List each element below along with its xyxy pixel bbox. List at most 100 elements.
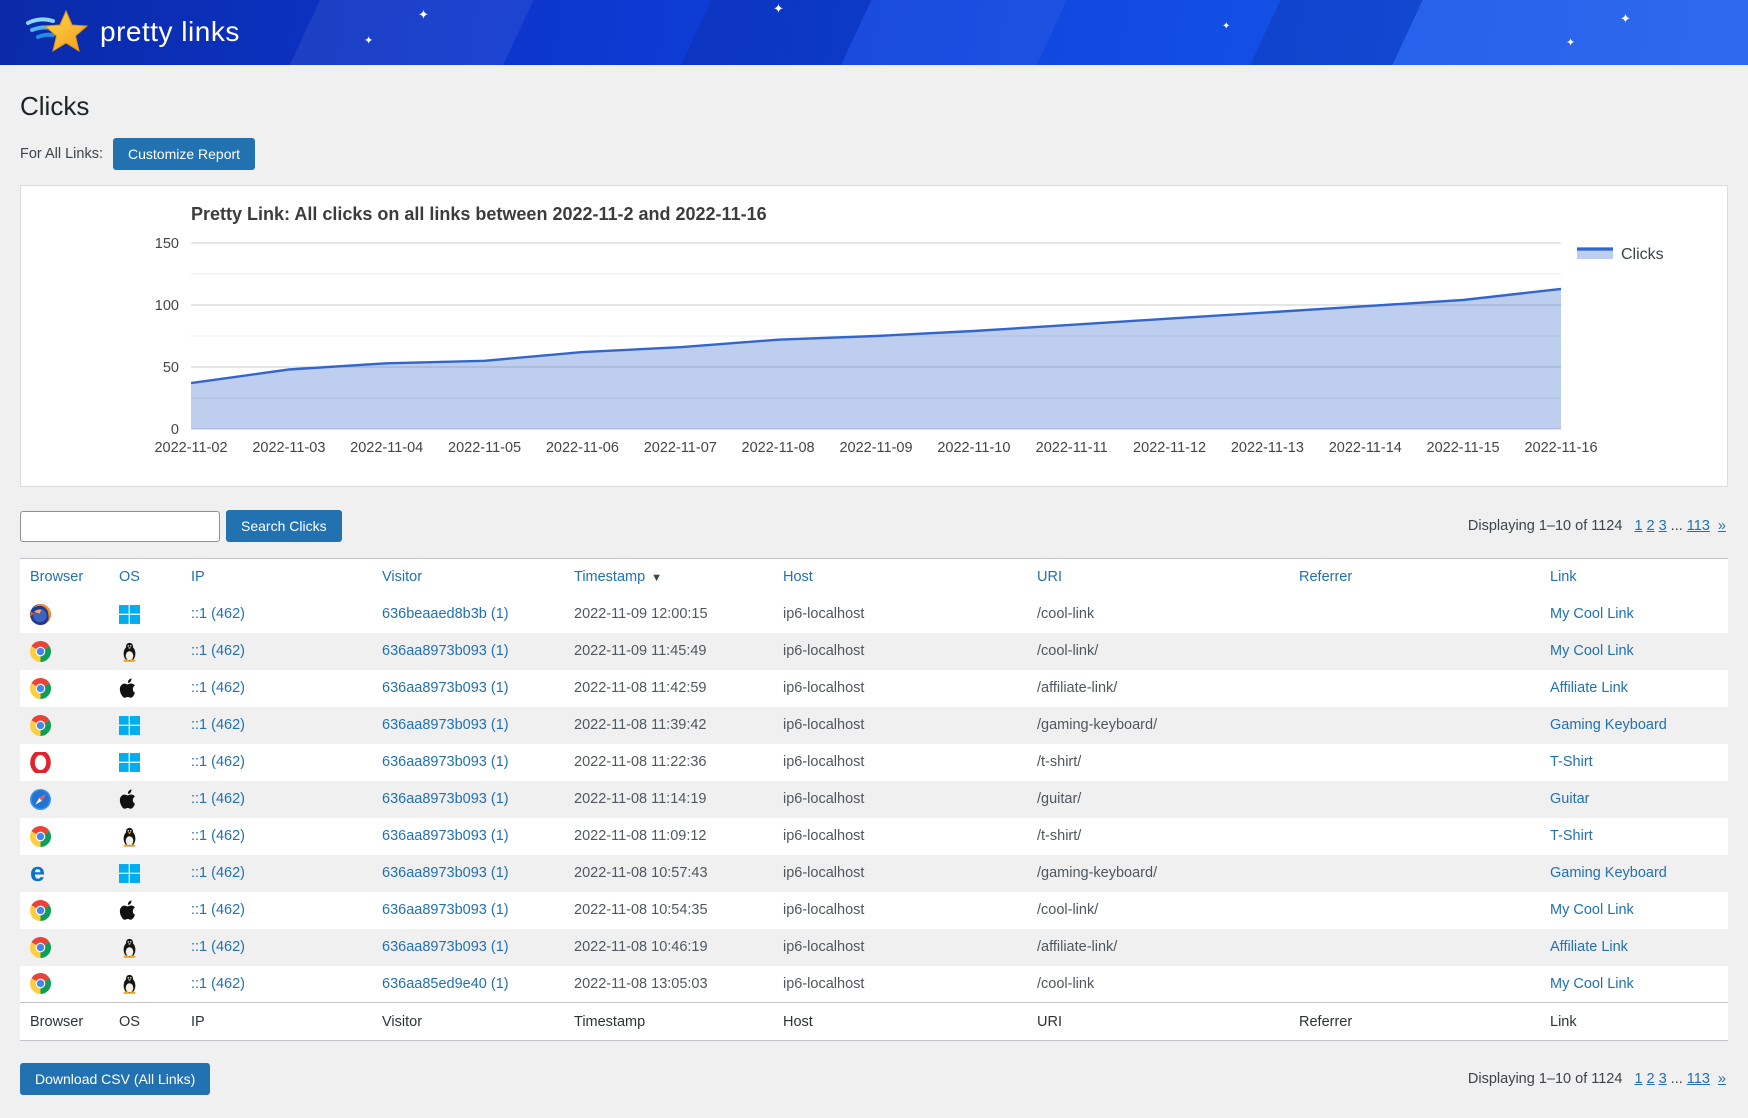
pagination-last-page-link[interactable]: 113: [1687, 1071, 1710, 1087]
svg-text:150: 150: [155, 236, 179, 252]
column-header-timestamp[interactable]: Timestamp▼: [564, 559, 773, 596]
clicks-area-chart: 0501001502022-11-022022-11-032022-11-042…: [21, 186, 1727, 486]
footer-column-header-os: OS: [109, 1003, 181, 1041]
column-header-ip[interactable]: IP: [181, 559, 372, 596]
column-header-os[interactable]: OS: [109, 559, 181, 596]
pagination-ellipsis: ...: [1671, 518, 1683, 534]
svg-text:Clicks: Clicks: [1621, 246, 1664, 263]
clicks-table: BrowserOSIPVisitorTimestamp▼HostURIRefer…: [20, 558, 1728, 1041]
ip-link[interactable]: ::1 (462): [191, 754, 245, 770]
visitor-link[interactable]: 636aa8973b093 (1): [382, 717, 509, 733]
link-name-link[interactable]: T-Shirt: [1550, 828, 1593, 844]
column-header-referrer[interactable]: Referrer: [1289, 559, 1540, 596]
timestamp-cell: 2022-11-08 11:42:59: [564, 670, 773, 707]
table-row: ::1 (462) 636aa8973b093 (1) 2022-11-08 10:…: [20, 892, 1728, 929]
column-header-browser[interactable]: Browser: [20, 559, 109, 596]
host-cell: ip6-localhost: [773, 633, 1027, 670]
host-cell: ip6-localhost: [773, 818, 1027, 855]
sparkle-icon: ✦: [1222, 22, 1230, 32]
safari-icon: [30, 791, 51, 807]
referrer-cell: [1289, 744, 1540, 781]
linux-icon: [119, 643, 140, 659]
visitor-link[interactable]: 636aa85ed9e40 (1): [382, 976, 509, 992]
sparkle-icon: ✦: [773, 2, 784, 15]
link-name-link[interactable]: My Cool Link: [1550, 976, 1634, 992]
pagination-page-link[interactable]: 3: [1659, 518, 1667, 534]
download-csv-button[interactable]: Download CSV (All Links): [20, 1063, 210, 1095]
ip-link[interactable]: ::1 (462): [191, 865, 245, 881]
ip-link[interactable]: ::1 (462): [191, 717, 245, 733]
search-input[interactable]: [20, 511, 220, 542]
pagination-next-link[interactable]: »: [1718, 1071, 1726, 1087]
pagination-page-link[interactable]: 2: [1647, 1071, 1655, 1087]
visitor-link[interactable]: 636aa8973b093 (1): [382, 828, 509, 844]
pagination-page-link[interactable]: 3: [1659, 1071, 1667, 1087]
link-name-link[interactable]: Guitar: [1550, 791, 1590, 807]
visitor-link[interactable]: 636aa8973b093 (1): [382, 791, 509, 807]
column-header-link[interactable]: Link: [1540, 559, 1728, 596]
timestamp-cell: 2022-11-09 12:00:15: [564, 596, 773, 633]
referrer-cell: [1289, 855, 1540, 892]
table-row: ::1 (462)636aa8973b093 (1)2022-11-08 11:…: [20, 707, 1728, 744]
table-row: ::1 (462) 636beaaed8b3b (1) 2022-11-09 12:…: [20, 596, 1728, 633]
visitor-link[interactable]: 636aa8973b093 (1): [382, 680, 509, 696]
pagination-last-page-link[interactable]: 113: [1687, 518, 1710, 534]
timestamp-cell: 2022-11-08 11:22:36: [564, 744, 773, 781]
host-cell: ip6-localhost: [773, 929, 1027, 966]
link-name-link[interactable]: Gaming Keyboard: [1550, 865, 1667, 881]
link-name-link[interactable]: T-Shirt: [1550, 754, 1593, 770]
pagination-page-link[interactable]: 2: [1647, 518, 1655, 534]
sparkle-icon: ✦: [418, 8, 429, 21]
visitor-link[interactable]: 636aa8973b093 (1): [382, 754, 509, 770]
footer-column-header-uri: URI: [1027, 1003, 1289, 1041]
svg-text:2022-11-11: 2022-11-11: [1036, 440, 1108, 456]
visitor-link[interactable]: 636aa8973b093 (1): [382, 865, 509, 881]
ip-link[interactable]: ::1 (462): [191, 902, 245, 918]
column-header-visitor[interactable]: Visitor: [372, 559, 564, 596]
ip-link[interactable]: ::1 (462): [191, 939, 245, 955]
ip-link[interactable]: ::1 (462): [191, 643, 245, 659]
firefox-icon: [30, 606, 51, 622]
opera-icon: [30, 754, 51, 770]
referrer-cell: [1289, 966, 1540, 1003]
chrome-icon: [30, 643, 51, 659]
pagination-ellipsis: ...: [1671, 1071, 1683, 1087]
ip-link[interactable]: ::1 (462): [191, 680, 245, 696]
pagination-page-link[interactable]: 1: [1634, 1071, 1642, 1087]
visitor-link[interactable]: 636aa8973b093 (1): [382, 902, 509, 918]
pagination-bottom: Displaying 1–10 of 1124123...113 »: [1468, 1071, 1728, 1087]
pagination-page-link[interactable]: 1: [1634, 518, 1642, 534]
link-name-link[interactable]: My Cool Link: [1550, 606, 1634, 622]
sparkle-icon: ✦: [1566, 38, 1575, 49]
link-name-link[interactable]: My Cool Link: [1550, 902, 1634, 918]
chrome-icon: [30, 976, 51, 992]
visitor-link[interactable]: 636beaaed8b3b (1): [382, 606, 509, 622]
svg-text:2022-11-13: 2022-11-13: [1231, 440, 1304, 456]
app-header: pretty links ✦ ✦ ✦ ✦ ✦ ✦: [0, 0, 1748, 65]
pagination-top: Displaying 1–10 of 1124123...113 »: [1468, 518, 1728, 534]
sparkle-icon: ✦: [364, 36, 373, 47]
svg-text:2022-11-04: 2022-11-04: [350, 440, 423, 456]
column-header-uri[interactable]: URI: [1027, 559, 1289, 596]
link-name-link[interactable]: Affiliate Link: [1550, 680, 1628, 696]
ip-link[interactable]: ::1 (462): [191, 606, 245, 622]
pagination-next-link[interactable]: »: [1718, 518, 1726, 534]
svg-text:2022-11-10: 2022-11-10: [937, 440, 1010, 456]
visitor-link[interactable]: 636aa8973b093 (1): [382, 939, 509, 955]
visitor-link[interactable]: 636aa8973b093 (1): [382, 643, 509, 659]
timestamp-cell: 2022-11-08 10:54:35: [564, 892, 773, 929]
referrer-cell: [1289, 929, 1540, 966]
customize-report-button[interactable]: Customize Report: [113, 138, 255, 170]
link-name-link[interactable]: My Cool Link: [1550, 643, 1634, 659]
windows-icon: [119, 754, 140, 770]
ip-link[interactable]: ::1 (462): [191, 791, 245, 807]
column-header-host[interactable]: Host: [773, 559, 1027, 596]
link-name-link[interactable]: Gaming Keyboard: [1550, 717, 1667, 733]
svg-text:0: 0: [171, 422, 179, 438]
logo-text: pretty links: [100, 16, 240, 48]
ip-link[interactable]: ::1 (462): [191, 828, 245, 844]
link-name-link[interactable]: Affiliate Link: [1550, 939, 1628, 955]
ip-link[interactable]: ::1 (462): [191, 976, 245, 992]
search-clicks-button[interactable]: Search Clicks: [226, 510, 342, 542]
footer-column-header-referrer: Referrer: [1289, 1003, 1540, 1041]
